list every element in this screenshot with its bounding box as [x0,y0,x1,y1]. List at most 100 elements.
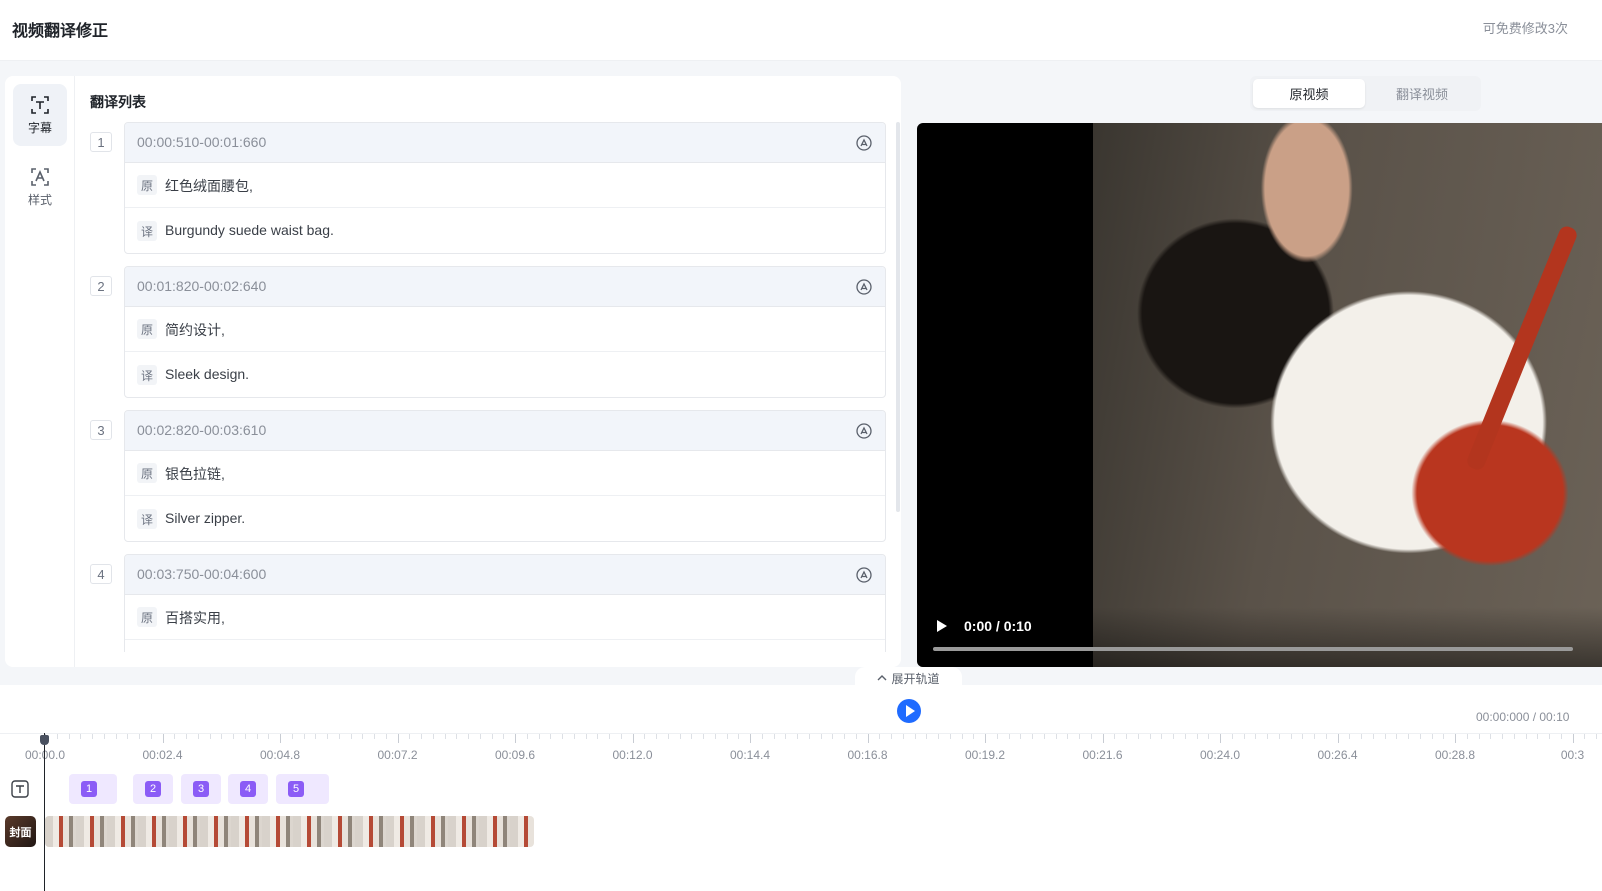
video-track-filmstrip[interactable] [45,816,534,847]
ruler-minor-tick [1525,734,1527,739]
ruler-minor-tick [150,734,152,739]
tab-translated-video[interactable]: 翻译视频 [1366,79,1478,108]
ruler-tick-label: 00:16.8 [847,748,888,762]
video-player[interactable]: 0:00 / 0:10 [917,123,1602,667]
ruler-minor-tick [209,734,211,739]
entry-time-row: 00:01:820-00:02:640 [125,267,885,307]
ruler-minor-tick [1008,734,1010,739]
target-row: 译 Burgundy suede waist bag. [125,209,885,253]
play-icon [906,705,915,717]
ruler-minor-tick [797,734,798,739]
source-tag: 原 [137,463,157,483]
target-text[interactable]: Silver zipper. [165,510,245,526]
entry-time[interactable]: 00:00:510-00:01:660 [137,134,266,150]
source-text[interactable]: 简约设计, [165,320,225,340]
ruler-minor-tick [667,734,669,739]
ai-translate-icon[interactable] [855,278,873,296]
ruler-minor-tick [844,734,845,739]
tab-original-video[interactable]: 原视频 [1253,79,1365,108]
entry-time[interactable]: 00:01:820-00:02:640 [137,278,266,294]
video-progress-bar[interactable] [933,647,1573,651]
source-text[interactable]: 银色拉链, [165,464,225,484]
timeline-play-button[interactable] [897,699,921,723]
source-tag: 原 [137,175,157,195]
sidebar-item-label: 字幕 [27,121,52,135]
ruler-minor-tick [92,734,93,739]
playhead-handle[interactable] [40,735,49,745]
ruler-minor-tick [1466,734,1468,739]
ruler-tick-label: 00:04.8 [259,748,301,762]
translation-panel: 字幕 样式 翻译列表 1 00:00:510-00:01:660 原 红色绒面腰… [5,76,901,667]
ruler-minor-tick [256,734,258,739]
subtitle-chip[interactable]: 5 [276,774,329,804]
ruler-minor-tick [550,734,552,739]
sidebar-item-subtitle[interactable]: 字幕 [13,84,67,146]
ai-translate-icon[interactable] [855,566,873,584]
preview-tab-switch: 原视频 翻译视频 [1250,76,1481,111]
expand-track-label: 展开轨道 [891,671,940,686]
ruler-minor-tick [526,734,528,739]
ruler-minor-tick [1255,734,1257,739]
ruler-tick-label: 00:26.4 [1317,748,1358,762]
ruler-minor-tick [385,734,387,739]
entry-number: 4 [90,564,112,584]
cover-thumbnail[interactable]: 封面 [5,816,36,847]
ruler-minor-tick [703,734,704,739]
ruler-minor-tick [1361,734,1362,739]
list-scrollbar[interactable] [896,122,900,512]
ruler-tick-label: 00:02.4 [142,748,183,762]
ruler-minor-tick [432,734,434,739]
ruler-minor-tick [1314,734,1315,739]
ruler-minor-tick [1243,734,1245,739]
ruler-minor-tick [973,734,975,739]
ruler-minor-tick [538,734,540,739]
ruler-minor-tick [409,734,411,739]
ruler-tick-label: 00:14.4 [729,748,771,762]
subtitle-chip[interactable]: 2 [133,774,173,804]
entry-card: 00:01:820-00:02:640 原 简约设计, 译 Sleek desi… [124,266,886,398]
sidebar-item-style[interactable]: 样式 [13,156,67,218]
ai-translate-icon[interactable] [855,134,873,152]
subtitle-chip[interactable]: 4 [228,774,268,804]
entry-time[interactable]: 00:03:750-00:04:600 [137,566,266,582]
ruler-minor-tick [362,734,364,739]
ruler-minor-tick [68,734,70,739]
ruler-minor-tick [503,734,505,739]
subtitle-chip[interactable]: 1 [69,774,117,804]
ruler-minor-tick [1067,734,1069,739]
source-text[interactable]: 红色绒面腰包, [165,176,253,196]
expand-track-button[interactable]: 展开轨道 [855,667,962,689]
ruler-tick-label: 00:19.2 [964,748,1006,762]
target-text[interactable]: Burgundy suede waist bag. [165,222,334,238]
target-tag: 译 [137,509,157,529]
ruler-minor-tick [1302,734,1304,739]
bag-strap-shape [1464,224,1580,472]
ruler-tick-label: 00:00.0 [24,748,66,762]
ruler-major-tick [750,734,751,743]
source-tag: 原 [137,319,157,339]
list-item: 4 00:03:750-00:04:600 原 百搭实用, 译 [90,554,887,652]
ruler-major-tick [1102,734,1104,743]
ruler-minor-tick [103,734,105,739]
ruler-major-tick [985,734,986,743]
timeline-ruler[interactable]: 00:00.0 00:02.4 00:04.8 00:07.2 00:09.6 00:12… [0,733,1602,773]
subtitle-chip[interactable]: 3 [181,774,221,804]
ai-translate-icon[interactable] [855,422,873,440]
ruler-minor-tick [1149,734,1151,739]
ruler-minor-tick [1231,734,1233,739]
target-tag: 译 [137,365,157,385]
ruler-major-tick [867,734,869,743]
ruler-major-tick [515,734,516,743]
source-text[interactable]: 百搭实用, [165,608,225,628]
target-text[interactable]: Sleek design. [165,366,249,382]
playhead[interactable] [44,733,45,891]
ruler-minor-tick [80,734,82,739]
ruler-minor-tick [891,734,892,739]
play-icon[interactable] [935,619,949,633]
entry-time[interactable]: 00:02:820-00:03:610 [137,422,266,438]
page-title: 视频翻译修正 [12,23,109,40]
ruler-minor-tick [926,734,928,739]
ruler-tick-label: 00:09.6 [494,748,536,762]
ruler-minor-tick [1020,734,1022,739]
style-icon [31,168,49,186]
